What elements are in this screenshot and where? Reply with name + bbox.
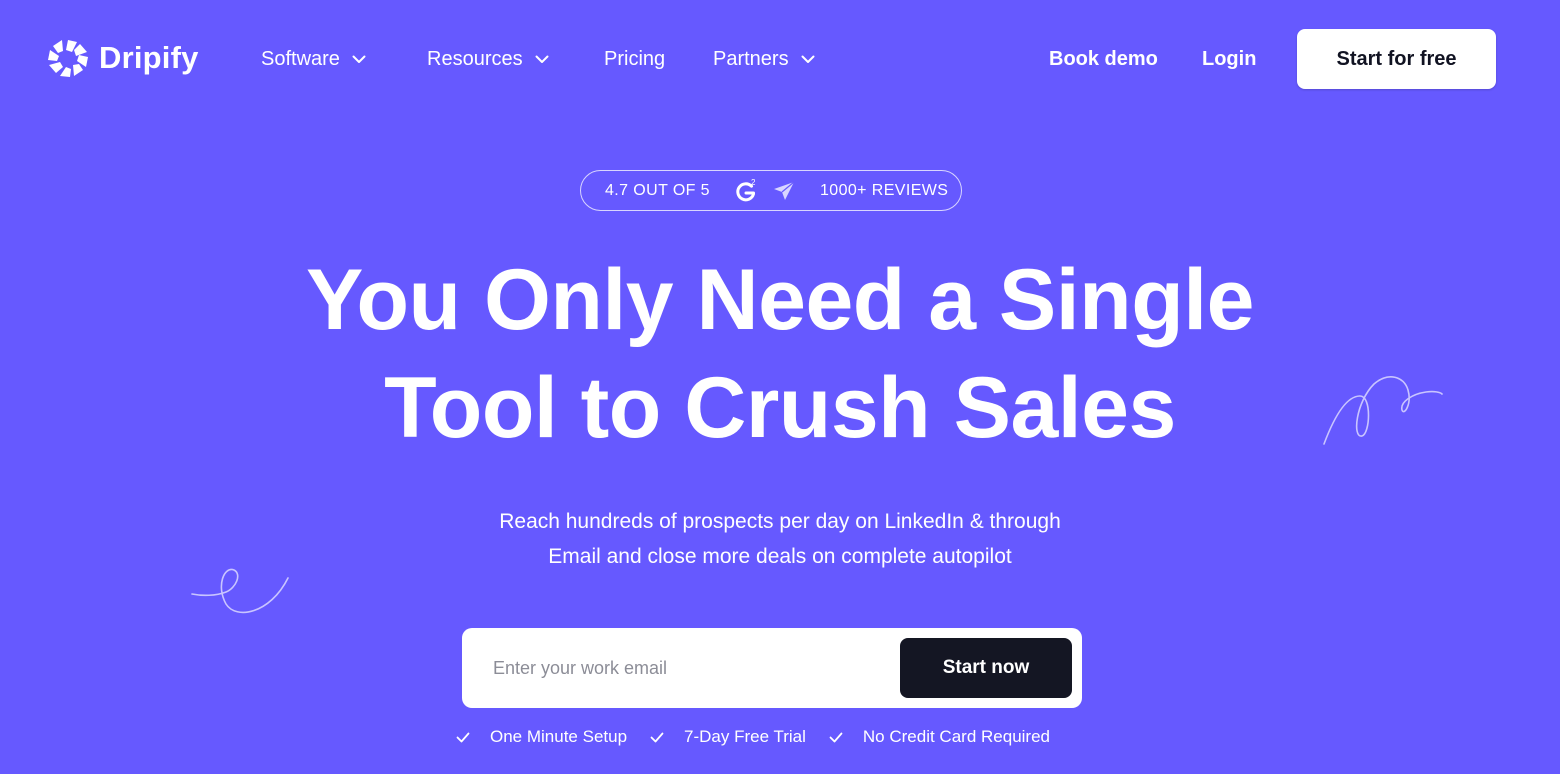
nav-resources[interactable]: Resources [427, 44, 549, 74]
nav-pricing[interactable]: Pricing [604, 44, 665, 74]
feature-item: One Minute Setup [456, 724, 627, 750]
decorative-squiggle-right [1323, 376, 1443, 445]
checkmark-icon [829, 732, 843, 742]
g2-logo-icon: 2 [734, 179, 758, 203]
hero-subtext-line2: Email and close more deals on complete a… [548, 545, 1012, 568]
feature-label: 7-Day Free Trial [684, 727, 806, 746]
nav-partners-label: Partners [713, 48, 789, 70]
feature-list: One Minute Setup 7-Day Free Trial No Cre… [456, 724, 1050, 750]
checkmark-icon [456, 732, 470, 742]
nav-software-label: Software [261, 48, 340, 70]
signup-form: Start now [462, 628, 1082, 708]
work-email-input[interactable] [474, 640, 903, 696]
hero-subtext-line1: Reach hundreds of prospects per day on L… [499, 510, 1061, 533]
chevron-down-icon [535, 55, 549, 63]
hero-subtext: Reach hundreds of prospects per day on L… [420, 504, 1140, 574]
start-for-free-button[interactable]: Start for free [1297, 29, 1496, 89]
nav-pricing-label: Pricing [604, 48, 666, 70]
hero-headline-line1: You Only Need a Single [306, 252, 1254, 348]
feature-label: No Credit Card Required [862, 727, 1050, 746]
brand-logo[interactable]: Dripify [46, 38, 199, 78]
chevron-down-icon [801, 55, 815, 63]
hero-headline-line2: Tool to Crush Sales [384, 360, 1176, 456]
feature-label: One Minute Setup [490, 727, 628, 746]
top-navigation: Dripify Software Resources Pricing Partn… [0, 0, 1560, 118]
rating-score: 4.7 OUT OF 5 [605, 181, 710, 199]
nav-resources-label: Resources [427, 48, 523, 70]
dripify-aperture-logo-icon [48, 40, 88, 77]
book-demo-link[interactable]: Book demo [1049, 44, 1158, 74]
decorative-squiggle-left [191, 568, 289, 614]
nav-partners[interactable]: Partners [713, 44, 815, 74]
start-now-button[interactable]: Start now [900, 638, 1072, 698]
send-arrow-icon [772, 180, 796, 202]
nav-software[interactable]: Software [261, 44, 366, 74]
feature-item: 7-Day Free Trial [650, 724, 806, 750]
feature-item: No Credit Card Required [829, 724, 1050, 750]
hero-headline: You Only Need a Single Tool to Crush Sal… [180, 246, 1380, 462]
login-link[interactable]: Login [1202, 44, 1256, 74]
reviews-count: 1000+ REVIEWS [819, 181, 949, 199]
checkmark-icon [650, 732, 664, 742]
rating-badge[interactable]: 4.7 OUT OF 5 2 1000+ REVIEWS [580, 170, 962, 211]
brand-name: Dripify [99, 40, 199, 75]
svg-text:2: 2 [751, 179, 756, 187]
chevron-down-icon [352, 55, 366, 63]
